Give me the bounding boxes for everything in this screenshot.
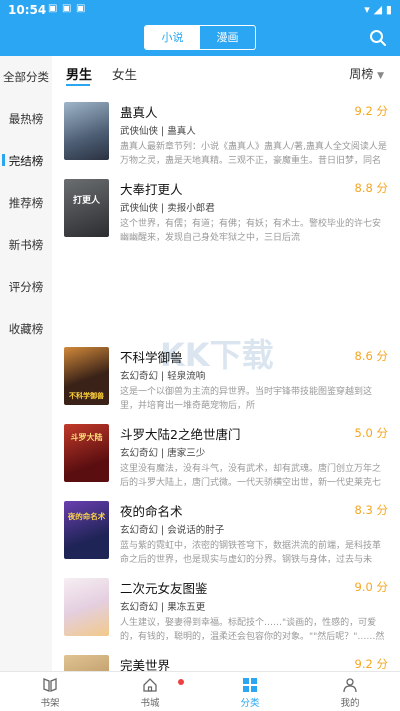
- cover-text: 打更人: [72, 196, 100, 206]
- book-score: 9.2 分: [354, 104, 388, 118]
- book-cover: 夜的命名术: [64, 501, 109, 559]
- book-item[interactable]: 蛊真人 9.2 分 武侠仙侠 | 蛊真人 蛊真人最新章节列：小说《蛊真人》蛊真人…: [52, 102, 400, 174]
- tab-label: 书城: [140, 698, 160, 709]
- book-cover: [64, 578, 109, 636]
- book-description: 这个世界，有儒；有道；有佛；有妖；有术士。警校毕业的许七安幽幽醒来，发现自己身处…: [120, 219, 382, 243]
- book-score: 9.0 分: [354, 580, 388, 594]
- book-cover: 斗罗大陆: [64, 424, 109, 482]
- tab-comic[interactable]: 漫画: [200, 26, 255, 49]
- bookshelf-icon: [43, 678, 57, 692]
- bottom-tab-bar: 书架 书城 分类 我的: [0, 671, 400, 711]
- book-title: 斗罗大陆2之绝世唐门: [120, 427, 241, 442]
- book-description: 这里没有魔法，没有斗气，没有武术，却有武魂。唐门创立万年之后的斗罗大陆上，唐门式…: [120, 464, 382, 488]
- home-icon: [143, 678, 157, 692]
- book-title: 二次元女友图鉴: [120, 581, 208, 596]
- tab-novel[interactable]: 小说: [145, 26, 200, 49]
- tab-bookstore[interactable]: 书城: [100, 672, 200, 711]
- book-score: 8.3 分: [354, 503, 388, 517]
- sidebar-item-new[interactable]: 新书榜: [0, 237, 52, 253]
- book-title: 大奉打更人: [120, 182, 183, 197]
- book-tags: 武侠仙侠 | 卖报小郎君: [120, 203, 215, 214]
- notification-icon: ▣: [62, 3, 72, 14]
- book-title: 完美世界: [120, 658, 171, 671]
- sidebar-item-hot[interactable]: 最热榜: [0, 111, 52, 127]
- notification-badge: [178, 679, 184, 685]
- notification-icon: ▣: [48, 3, 58, 14]
- cover-text: 斗罗大陆: [70, 433, 103, 442]
- sidebar-item-rating[interactable]: 评分榜: [0, 279, 52, 295]
- search-icon[interactable]: [368, 28, 388, 48]
- book-item[interactable]: 打更人 大奉打更人 8.8 分 武侠仙侠 | 卖报小郎君 这个世界，有儒；有道；…: [52, 179, 400, 251]
- book-title: 蛊真人: [120, 105, 158, 120]
- sort-dropdown[interactable]: 周榜 ▼: [349, 65, 384, 82]
- notification-icon: ▣: [76, 3, 86, 14]
- sidebar-item-recommend[interactable]: 推荐榜: [0, 195, 52, 211]
- book-item[interactable]: 完美世界 9.2 分: [52, 655, 400, 671]
- book-item[interactable]: 不科学御兽 不科学御兽 8.6 分 玄幻奇幻 | 轻泉流响 这是一个以御兽为主流…: [52, 347, 400, 419]
- sidebar-item-all[interactable]: 全部分类: [0, 69, 52, 85]
- tab-profile[interactable]: 我的: [300, 672, 400, 711]
- tab-label: 我的: [340, 698, 360, 709]
- book-cover: 打更人: [64, 179, 109, 237]
- book-score: 8.8 分: [354, 181, 388, 195]
- signal-battery-icon: ▾ ◢ ▮: [364, 3, 392, 16]
- book-description: 这是一个以御兽为主流的异世界。当时宇锋带技能图鉴穿越到这里，并培育出一堆奇葩宠物…: [120, 387, 373, 411]
- book-item[interactable]: 斗罗大陆 斗罗大陆2之绝世唐门 5.0 分 玄幻奇幻 | 唐家三少 这里没有魔法…: [52, 424, 400, 496]
- book-tags: 玄幻奇幻 | 果冻五更: [120, 602, 206, 613]
- cover-text: 夜的命名术: [67, 512, 106, 521]
- book-score: 9.2 分: [354, 657, 388, 671]
- user-icon: [343, 678, 357, 693]
- tab-category[interactable]: 分类: [200, 672, 300, 711]
- book-item[interactable]: 夜的命名术 夜的命名术 8.3 分 玄幻奇幻 | 会说话的肘子 蓝与紫的霓虹中，…: [52, 501, 400, 573]
- sidebar-item-completed[interactable]: 完结榜: [0, 153, 52, 169]
- category-sidebar: 全部分类 最热榜 完结榜 推荐榜 新书榜 评分榜 收藏榜: [0, 56, 52, 671]
- book-tags: 玄幻奇幻 | 会说话的肘子: [120, 525, 225, 536]
- filter-bar: 男生 女生 周榜 ▼: [52, 56, 400, 88]
- book-score: 8.6 分: [354, 349, 388, 363]
- filter-male[interactable]: 男生: [66, 64, 92, 83]
- filter-underline: [66, 84, 90, 86]
- cover-text: 不科学御兽: [69, 392, 104, 400]
- book-cover: [64, 102, 109, 160]
- book-description: 蓝与紫的霓虹中，浓密的钢铁苍穹下，数据洪流的前端，是科技革命之后的世界，也是现实…: [120, 541, 382, 565]
- book-score: 5.0 分: [354, 426, 388, 440]
- tab-bookshelf[interactable]: 书架: [0, 672, 100, 711]
- content-type-switch: 小说 漫画: [144, 25, 256, 50]
- grid-icon: [243, 678, 257, 692]
- book-description: 蛊真人最新章节列：小说《蛊真人》蛊真人/著,蛊真人全文阅读人是万物之灵，蛊是天地…: [120, 142, 387, 166]
- sort-label: 周榜: [349, 67, 374, 81]
- tab-label: 书架: [40, 698, 60, 709]
- sidebar-item-favorites[interactable]: 收藏榜: [0, 321, 52, 337]
- status-bar: 10:54 ▣ ▣ ▣ ▾ ◢ ▮: [0, 0, 400, 20]
- book-cover: 不科学御兽: [64, 347, 109, 405]
- filter-female[interactable]: 女生: [112, 64, 137, 83]
- book-cover: [64, 655, 109, 671]
- tab-label: 分类: [240, 698, 260, 709]
- book-description: 人生建议，娶妻得到幸福。标配技个……"谈画的，性感的，可爱的，有钱的，聪明的，温…: [120, 618, 385, 642]
- chevron-down-icon: ▼: [377, 71, 384, 81]
- status-time: 10:54: [8, 3, 47, 17]
- book-tags: 武侠仙侠 | 蛊真人: [120, 126, 196, 137]
- top-bar: 小说 漫画: [0, 20, 400, 56]
- book-tags: 玄幻奇幻 | 轻泉流响: [120, 371, 206, 382]
- book-title: 夜的命名术: [120, 504, 183, 519]
- book-title: 不科学御兽: [120, 350, 183, 365]
- book-item[interactable]: 二次元女友图鉴 9.0 分 玄幻奇幻 | 果冻五更 人生建议，娶妻得到幸福。标配…: [52, 578, 400, 650]
- book-tags: 玄幻奇幻 | 唐家三少: [120, 448, 206, 459]
